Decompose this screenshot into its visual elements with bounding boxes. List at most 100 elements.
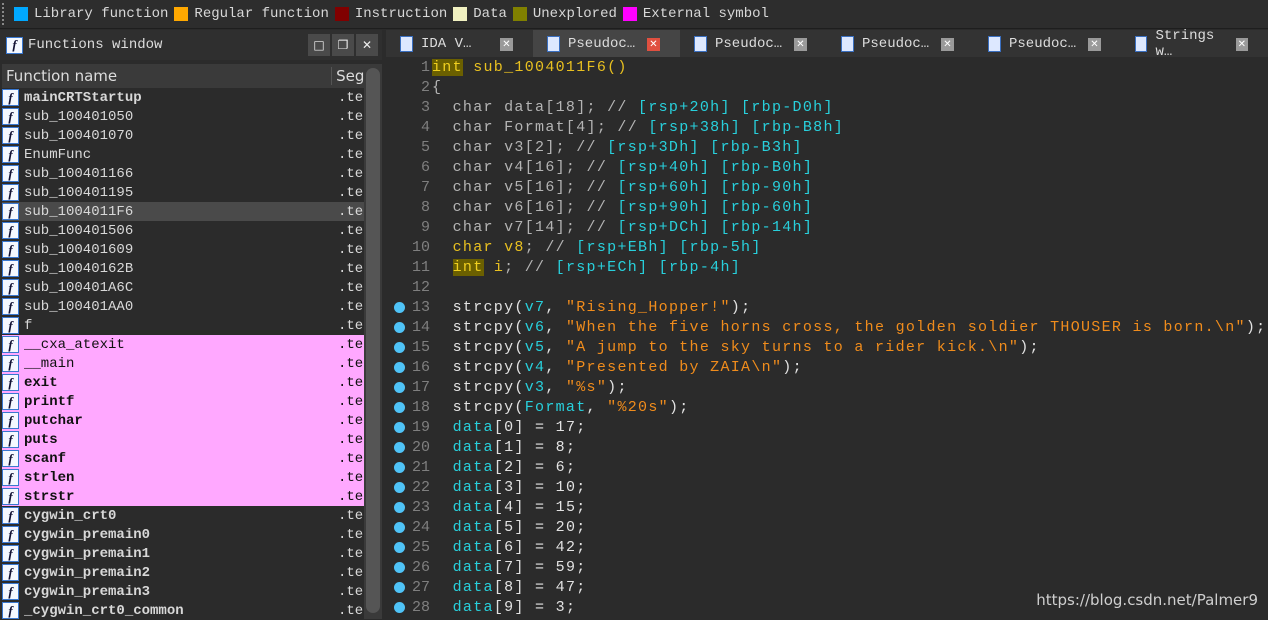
function-row[interactable]: f cygwin_premain2 .te [2,563,364,582]
column-segment[interactable]: Seg [332,67,364,85]
function-name: sub_100401AA0 [24,298,134,315]
function-row[interactable]: f sub_1004011F6 .te [2,202,364,221]
code-token: char data[18]; // [432,98,639,116]
function-segment: .te [338,165,364,182]
function-row[interactable]: f cygwin_crt0 .te [2,506,364,525]
function-icon: f [2,298,19,315]
code-token: data [452,578,494,596]
function-name: scanf [24,450,67,467]
function-name: sub_100401050 [24,108,134,125]
maximize-button[interactable]: □ [308,34,330,56]
code-token: data [452,498,494,516]
tab-5[interactable]: Strings w… ✕ [1121,28,1268,60]
code-token: data [452,458,494,476]
tab-close-icon[interactable]: ✕ [941,37,954,51]
code-text: data[6] = 42; [432,539,587,556]
column-function-name[interactable]: Function name [2,67,333,85]
tab-0[interactable]: IDA V… ✕ [386,30,533,58]
function-row[interactable]: f cygwin_premain3 .te [2,582,364,601]
function-name: sub_1004011F6 [24,203,134,220]
function-icon: f [2,545,19,562]
pseudocode-view[interactable]: 1 int sub_1004011F6() 2{3 char data[18]; /… [386,57,1268,619]
function-row[interactable]: f EnumFunc .te [2,145,364,164]
code-token: [rsp+40h] [rbp-B0h] [617,158,814,176]
line-number: 18 [411,398,430,416]
toolbar-grip[interactable] [2,3,8,25]
function-row[interactable]: f puts .te [2,430,364,449]
function-row[interactable]: f sub_100401506 .te [2,221,364,240]
function-row[interactable]: f sub_100401609 .te [2,240,364,259]
line-number: 24 [411,518,430,536]
function-row[interactable]: f __cxa_atexit .te [2,335,364,354]
code-token: , [545,378,566,396]
function-row[interactable]: f sub_100401195 .te [2,183,364,202]
function-row[interactable]: f sub_100401070 .te [2,126,364,145]
function-row[interactable]: f exit .te [2,373,364,392]
code-text: char v8; // [rsp+EBh] [rbp-5h] [432,239,762,256]
code-token: [7] = 59; [493,558,587,576]
function-icon: f [2,450,19,467]
function-row[interactable]: f f .te [2,316,364,335]
code-text: data[7] = 59; [432,559,587,576]
function-row[interactable]: f putchar .te [2,411,364,430]
code-token: [rsp+EBh] [rbp-5h] [576,238,762,256]
tab-close-icon[interactable]: ✕ [647,37,660,51]
function-row[interactable]: f sub_100401050 .te [2,107,364,126]
function-row[interactable]: f cygwin_premain0 .te [2,525,364,544]
vertical-scrollbar[interactable] [364,64,382,619]
function-name: strstr [24,488,75,505]
function-row[interactable]: f mainCRTStartup .te [2,88,364,107]
code-token: data [452,558,494,576]
function-row[interactable]: f _cygwin_crt0_common .te [2,601,364,620]
tab-3[interactable]: Pseudoc… ✕ [827,30,974,58]
tab-close-icon[interactable]: ✕ [794,37,807,51]
function-name: sub_10040162B [24,260,134,277]
function-icon: f [2,507,19,524]
function-row[interactable]: f cygwin_premain1 .te [2,544,364,563]
function-name: __main [24,355,75,372]
code-text: data[4] = 15; [432,499,587,516]
close-button[interactable]: ✕ [356,34,378,56]
tab-label: Strings w… [1155,28,1215,60]
function-row[interactable]: f scanf .te [2,449,364,468]
tab-close-icon[interactable]: ✕ [1235,37,1248,51]
code-token: [1] = 8; [493,438,577,456]
function-icon: f [2,469,19,486]
functions-window-title: Functions window [28,37,163,53]
tab-4[interactable]: Pseudoc… ✕ [974,30,1121,58]
function-row[interactable]: f strlen .te [2,468,364,487]
function-row[interactable]: f __main .te [2,354,364,373]
legend-swatch [334,7,349,21]
code-text: data[8] = 47; [432,579,587,596]
code-token: [rsp+3Dh] [rbp-B3h] [607,138,803,156]
code-token: , [545,358,566,376]
restore-button[interactable]: ❐ [332,34,354,56]
function-row[interactable]: f sub_10040162B .te [2,259,364,278]
scrollbar-thumb[interactable] [366,68,380,613]
function-row[interactable]: f sub_100401AA0 .te [2,297,364,316]
tab-1[interactable]: Pseudoc… ✕ [533,30,680,58]
function-name: sub_100401070 [24,127,134,144]
function-row[interactable]: f sub_100401166 .te [2,164,364,183]
function-segment: .te [338,127,364,144]
function-row[interactable]: f sub_100401A6C .te [2,278,364,297]
code-token: , [586,398,608,416]
code-token: char v3[2]; // [432,138,608,156]
function-segment: .te [338,146,364,163]
legend-label: Regular function [194,6,329,22]
functions-table-header: Function name Seg [2,64,364,88]
function-row[interactable]: f printf .te [2,392,364,411]
code-text: strcpy(v6, "When the five horns cross, t… [432,319,1266,336]
code-token: [8] = 47; [493,578,587,596]
code-text: data[0] = 17; [432,419,587,436]
code-text: data[5] = 20; [432,519,587,536]
tab-close-icon[interactable]: ✕ [500,37,513,51]
tab-close-icon[interactable]: ✕ [1088,37,1101,51]
tab-2[interactable]: Pseudoc… ✕ [680,30,827,58]
line-number: 19 [411,418,430,436]
legend-label: Library function [34,6,169,22]
line-number: 17 [411,378,430,396]
function-row[interactable]: f strstr .te [2,487,364,506]
code-token: [rsp+ECh] [rbp-4h] [555,258,742,276]
